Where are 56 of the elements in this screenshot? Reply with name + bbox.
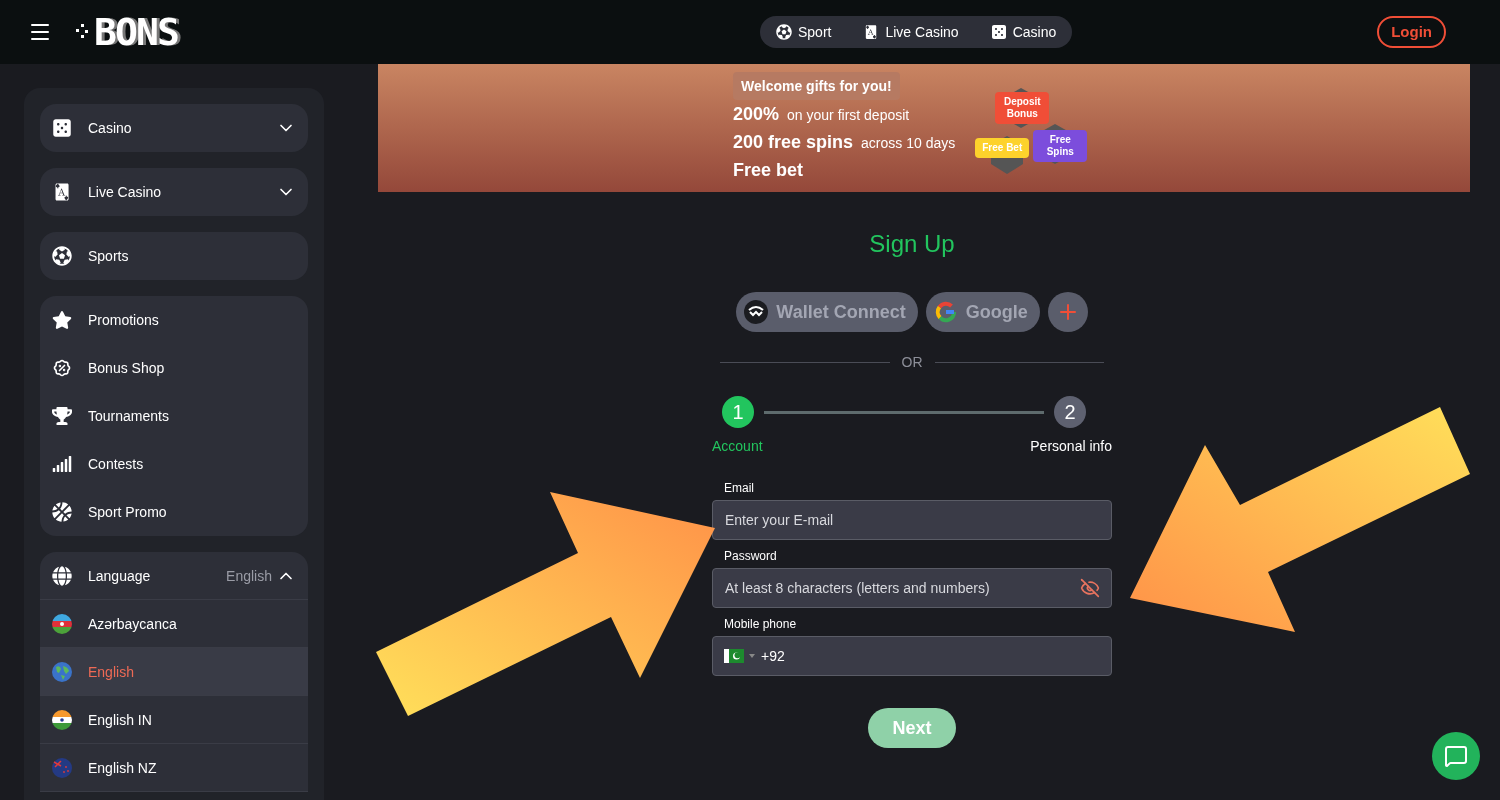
bars-icon (52, 454, 72, 474)
nav-link[interactable]: Casino (990, 22, 1057, 42)
chat-button[interactable] (1432, 732, 1480, 780)
eye-off-icon[interactable] (1080, 578, 1100, 598)
sidebar-item[interactable]: Sports (40, 232, 308, 280)
step-number: 1 (722, 396, 754, 428)
badge-icon (52, 358, 72, 378)
globe-icon (52, 565, 72, 586)
trophy-icon (52, 406, 72, 426)
step-label: Account (712, 437, 763, 456)
or-divider: OR (901, 353, 923, 372)
bonus-tag: Deposit Bonus (995, 92, 1050, 124)
language-option[interactable]: English IN (40, 696, 308, 744)
chat-icon (1444, 744, 1468, 768)
nav-link[interactable]: Sport (776, 22, 832, 42)
flag-icon (52, 613, 72, 634)
password-field[interactable]: At least 8 characters (letters and numbers) (712, 568, 1112, 608)
sidebar-item[interactable]: Promotions (40, 296, 308, 344)
language-option[interactable]: English (40, 648, 308, 696)
sidebar-item[interactable]: Contests (40, 440, 308, 488)
basketball-icon (52, 502, 72, 522)
language-toggle[interactable]: Language English (40, 552, 308, 600)
logo[interactable]: BONS (94, 13, 178, 51)
flag-icon (52, 757, 72, 778)
language-option[interactable]: English NZ (40, 744, 308, 792)
google-icon (933, 300, 958, 324)
flag-icon (52, 661, 72, 682)
page-title: Sign Up (869, 229, 955, 259)
caret-icon (749, 654, 755, 658)
phone-field[interactable]: +92 (712, 636, 1112, 676)
field-label: Password (724, 548, 778, 564)
step-number: 2 (1054, 396, 1086, 428)
banner-line: Free bet (733, 159, 805, 182)
star-icon (52, 310, 72, 330)
step-label: Personal info (1030, 437, 1112, 456)
sidebar-item[interactable]: Casino (40, 104, 308, 152)
field-label: Email (724, 480, 755, 496)
sidebar-item[interactable]: Tournaments (40, 392, 308, 440)
bonus-tag: Free Bet (975, 138, 1030, 158)
banner-title: Welcome gifts for you! (733, 72, 900, 100)
dice-icon (990, 24, 1007, 40)
wallet-connect-icon (744, 300, 769, 324)
sidebar-item[interactable]: Live Casino (40, 168, 308, 216)
field-label: Mobile phone (724, 616, 798, 632)
banner-line: 200% on your first deposit (733, 103, 911, 126)
flag-icon (724, 649, 744, 663)
banner-line: 200 free spins across 10 days (733, 131, 956, 154)
more-button[interactable] (1047, 292, 1088, 332)
sidebar-item[interactable]: Bonus Shop (40, 344, 308, 392)
login-button[interactable]: Login (1377, 16, 1446, 48)
email-field[interactable]: Enter your E-mail (712, 500, 1112, 540)
flag-icon (52, 709, 72, 730)
sidebar-item[interactable]: Sport Promo (40, 488, 308, 536)
dice-icon (52, 118, 72, 138)
nav-link[interactable]: Live Casino (863, 22, 959, 42)
bonus-tag: Free Spins (1033, 130, 1088, 162)
